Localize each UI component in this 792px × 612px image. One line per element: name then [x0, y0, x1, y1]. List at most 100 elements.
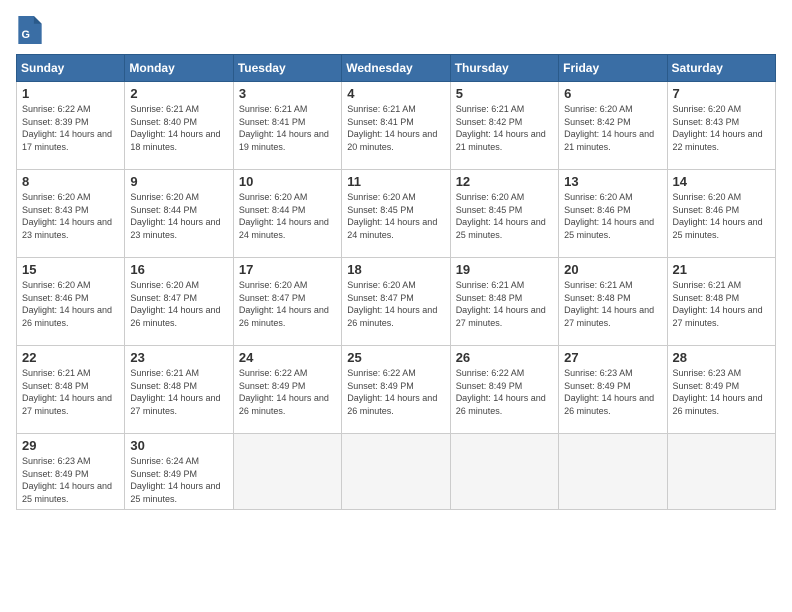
- day-number: 8: [22, 174, 119, 189]
- cell-content: Sunrise: 6:22 AMSunset: 8:39 PMDaylight:…: [22, 104, 112, 152]
- day-number: 23: [130, 350, 227, 365]
- calendar-cell: 15Sunrise: 6:20 AMSunset: 8:46 PMDayligh…: [17, 258, 125, 346]
- calendar-cell: 25 Sunrise: 6:22 AMSunset: 8:49 PMDayligh…: [342, 346, 450, 434]
- calendar-cell: 2 Sunrise: 6:21 AMSunset: 8:40 PMDaylight…: [125, 82, 233, 170]
- week-row-4: 22 Sunrise: 6:21 AMSunset: 8:48 PMDayligh…: [17, 346, 776, 434]
- logo-icon: G: [18, 16, 42, 44]
- day-number: 15: [22, 262, 119, 277]
- week-row-5: 29 Sunrise: 6:23 AMSunset: 8:49 PMDayligh…: [17, 434, 776, 510]
- cell-content: Sunrise: 6:21 AMSunset: 8:48 PMDaylight:…: [564, 280, 654, 328]
- calendar-cell: 12Sunrise: 6:20 AMSunset: 8:45 PMDayligh…: [450, 170, 558, 258]
- week-row-2: 8Sunrise: 6:20 AMSunset: 8:43 PMDaylight…: [17, 170, 776, 258]
- day-number: 2: [130, 86, 227, 101]
- day-number: 29: [22, 438, 119, 453]
- day-number: 1: [22, 86, 119, 101]
- cell-content: Sunrise: 6:21 AMSunset: 8:48 PMDaylight:…: [130, 368, 220, 416]
- page: G Sunday Monday Tuesday Wednesday Thursd…: [0, 0, 792, 612]
- calendar-cell: [667, 434, 775, 510]
- calendar-cell: 22 Sunrise: 6:21 AMSunset: 8:48 PMDayligh…: [17, 346, 125, 434]
- day-number: 13: [564, 174, 661, 189]
- cell-content: Sunrise: 6:20 AMSunset: 8:44 PMDaylight:…: [239, 192, 329, 240]
- calendar-cell: 18Sunrise: 6:20 AMSunset: 8:47 PMDayligh…: [342, 258, 450, 346]
- cell-content: Sunrise: 6:21 AMSunset: 8:41 PMDaylight:…: [347, 104, 437, 152]
- day-number: 17: [239, 262, 336, 277]
- cell-content: Sunrise: 6:24 AMSunset: 8:49 PMDaylight:…: [130, 456, 220, 504]
- svg-text:G: G: [21, 29, 29, 41]
- cell-content: Sunrise: 6:22 AMSunset: 8:49 PMDaylight:…: [456, 368, 546, 416]
- cell-content: Sunrise: 6:20 AMSunset: 8:47 PMDaylight:…: [130, 280, 220, 328]
- calendar-cell: 23 Sunrise: 6:21 AMSunset: 8:48 PMDayligh…: [125, 346, 233, 434]
- header-row: Sunday Monday Tuesday Wednesday Thursday…: [17, 55, 776, 82]
- cell-content: Sunrise: 6:21 AMSunset: 8:48 PMDaylight:…: [456, 280, 546, 328]
- calendar-container: Sunday Monday Tuesday Wednesday Thursday…: [16, 54, 776, 510]
- day-number: 10: [239, 174, 336, 189]
- day-number: 12: [456, 174, 553, 189]
- cell-content: Sunrise: 6:21 AMSunset: 8:48 PMDaylight:…: [673, 280, 763, 328]
- calendar-cell: 27Sunrise: 6:23 AMSunset: 8:49 PMDayligh…: [559, 346, 667, 434]
- cell-content: Sunrise: 6:20 AMSunset: 8:45 PMDaylight:…: [347, 192, 437, 240]
- day-number: 16: [130, 262, 227, 277]
- cell-content: Sunrise: 6:21 AMSunset: 8:42 PMDaylight:…: [456, 104, 546, 152]
- day-number: 25: [347, 350, 444, 365]
- cell-content: Sunrise: 6:20 AMSunset: 8:47 PMDaylight:…: [239, 280, 329, 328]
- calendar-cell: [342, 434, 450, 510]
- cell-content: Sunrise: 6:22 AMSunset: 8:49 PMDaylight:…: [239, 368, 329, 416]
- day-number: 20: [564, 262, 661, 277]
- day-number: 30: [130, 438, 227, 453]
- week-row-3: 15Sunrise: 6:20 AMSunset: 8:46 PMDayligh…: [17, 258, 776, 346]
- day-number: 9: [130, 174, 227, 189]
- cell-content: Sunrise: 6:23 AMSunset: 8:49 PMDaylight:…: [22, 456, 112, 504]
- cell-content: Sunrise: 6:20 AMSunset: 8:42 PMDaylight:…: [564, 104, 654, 152]
- calendar-cell: [559, 434, 667, 510]
- day-number: 19: [456, 262, 553, 277]
- header-monday: Monday: [125, 55, 233, 82]
- calendar-table: Sunday Monday Tuesday Wednesday Thursday…: [16, 54, 776, 510]
- header: G: [16, 16, 776, 44]
- day-number: 5: [456, 86, 553, 101]
- cell-content: Sunrise: 6:23 AMSunset: 8:49 PMDaylight:…: [673, 368, 763, 416]
- calendar-cell: 14Sunrise: 6:20 AMSunset: 8:46 PMDayligh…: [667, 170, 775, 258]
- logo: G: [16, 16, 46, 44]
- calendar-cell: 16 Sunrise: 6:20 AMSunset: 8:47 PMDayligh…: [125, 258, 233, 346]
- header-sunday: Sunday: [17, 55, 125, 82]
- header-tuesday: Tuesday: [233, 55, 341, 82]
- cell-content: Sunrise: 6:20 AMSunset: 8:43 PMDaylight:…: [673, 104, 763, 152]
- calendar-cell: 10 Sunrise: 6:20 AMSunset: 8:44 PMDayligh…: [233, 170, 341, 258]
- calendar-cell: 21 Sunrise: 6:21 AMSunset: 8:48 PMDayligh…: [667, 258, 775, 346]
- calendar-cell: 9Sunrise: 6:20 AMSunset: 8:44 PMDaylight…: [125, 170, 233, 258]
- calendar-cell: 8Sunrise: 6:20 AMSunset: 8:43 PMDaylight…: [17, 170, 125, 258]
- calendar-cell: 11 Sunrise: 6:20 AMSunset: 8:45 PMDayligh…: [342, 170, 450, 258]
- day-number: 24: [239, 350, 336, 365]
- header-thursday: Thursday: [450, 55, 558, 82]
- calendar-cell: 29 Sunrise: 6:23 AMSunset: 8:49 PMDayligh…: [17, 434, 125, 510]
- calendar-cell: 26 Sunrise: 6:22 AMSunset: 8:49 PMDayligh…: [450, 346, 558, 434]
- calendar-cell: 30 Sunrise: 6:24 AMSunset: 8:49 PMDayligh…: [125, 434, 233, 510]
- calendar-cell: 6 Sunrise: 6:20 AMSunset: 8:42 PMDaylight…: [559, 82, 667, 170]
- day-number: 22: [22, 350, 119, 365]
- calendar-cell: 7 Sunrise: 6:20 AMSunset: 8:43 PMDaylight…: [667, 82, 775, 170]
- calendar-cell: 3Sunrise: 6:21 AMSunset: 8:41 PMDaylight…: [233, 82, 341, 170]
- day-number: 21: [673, 262, 770, 277]
- cell-content: Sunrise: 6:21 AMSunset: 8:40 PMDaylight:…: [130, 104, 220, 152]
- cell-content: Sunrise: 6:20 AMSunset: 8:47 PMDaylight:…: [347, 280, 437, 328]
- day-number: 7: [673, 86, 770, 101]
- day-number: 6: [564, 86, 661, 101]
- cell-content: Sunrise: 6:22 AMSunset: 8:49 PMDaylight:…: [347, 368, 437, 416]
- week-row-1: 1 Sunrise: 6:22 AMSunset: 8:39 PMDaylight…: [17, 82, 776, 170]
- header-friday: Friday: [559, 55, 667, 82]
- day-number: 11: [347, 174, 444, 189]
- header-wednesday: Wednesday: [342, 55, 450, 82]
- calendar-cell: [450, 434, 558, 510]
- cell-content: Sunrise: 6:20 AMSunset: 8:46 PMDaylight:…: [564, 192, 654, 240]
- cell-content: Sunrise: 6:21 AMSunset: 8:48 PMDaylight:…: [22, 368, 112, 416]
- day-number: 26: [456, 350, 553, 365]
- day-number: 28: [673, 350, 770, 365]
- day-number: 27: [564, 350, 661, 365]
- header-saturday: Saturday: [667, 55, 775, 82]
- calendar-cell: 13 Sunrise: 6:20 AMSunset: 8:46 PMDayligh…: [559, 170, 667, 258]
- day-number: 4: [347, 86, 444, 101]
- calendar-cell: 1 Sunrise: 6:22 AMSunset: 8:39 PMDaylight…: [17, 82, 125, 170]
- calendar-cell: 5 Sunrise: 6:21 AMSunset: 8:42 PMDaylight…: [450, 82, 558, 170]
- calendar-cell: 24 Sunrise: 6:22 AMSunset: 8:49 PMDayligh…: [233, 346, 341, 434]
- calendar-cell: 20 Sunrise: 6:21 AMSunset: 8:48 PMDayligh…: [559, 258, 667, 346]
